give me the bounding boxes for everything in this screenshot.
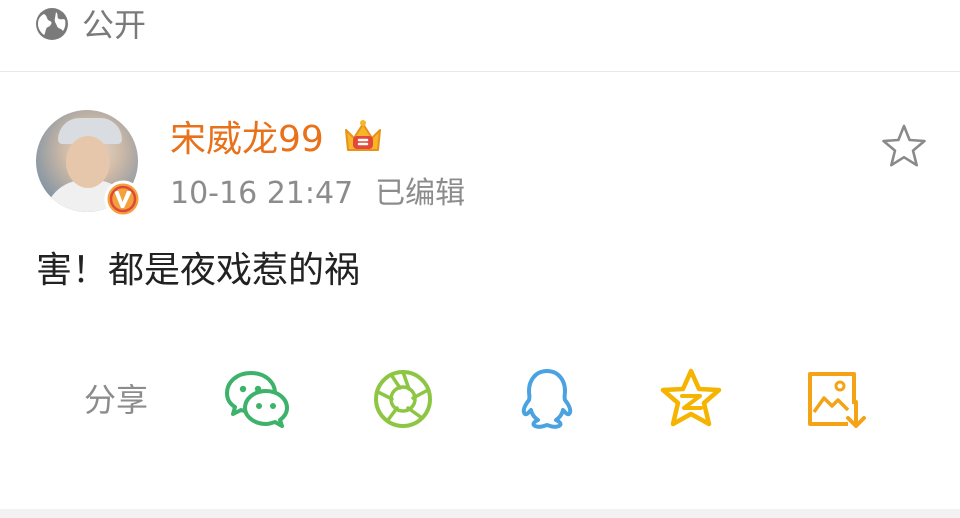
wechat-icon[interactable] <box>224 368 290 430</box>
qzone-icon[interactable] <box>658 368 724 430</box>
share-label: 分享 <box>84 381 149 419</box>
post-timestamp: 10-16 21:47 <box>170 176 354 211</box>
globe-icon <box>36 8 68 40</box>
save-image-icon[interactable] <box>802 368 868 430</box>
edited-label[interactable]: 已编辑 <box>375 176 465 211</box>
visibility-bar: 公开 <box>0 0 960 72</box>
crown-icon[interactable] <box>341 116 385 160</box>
visibility-label: 公开 <box>82 6 147 44</box>
section-divider <box>0 509 960 518</box>
star-outline-icon[interactable] <box>880 123 928 169</box>
post-text: 害！都是夜戏惹的祸 <box>36 250 361 291</box>
post-meta: 10-16 21:47 已编辑 <box>170 174 465 214</box>
qq-icon[interactable] <box>514 368 580 430</box>
verified-v-badge-icon <box>104 180 142 218</box>
moments-icon[interactable] <box>370 368 436 430</box>
author-name[interactable]: 宋威龙99 <box>170 118 324 162</box>
